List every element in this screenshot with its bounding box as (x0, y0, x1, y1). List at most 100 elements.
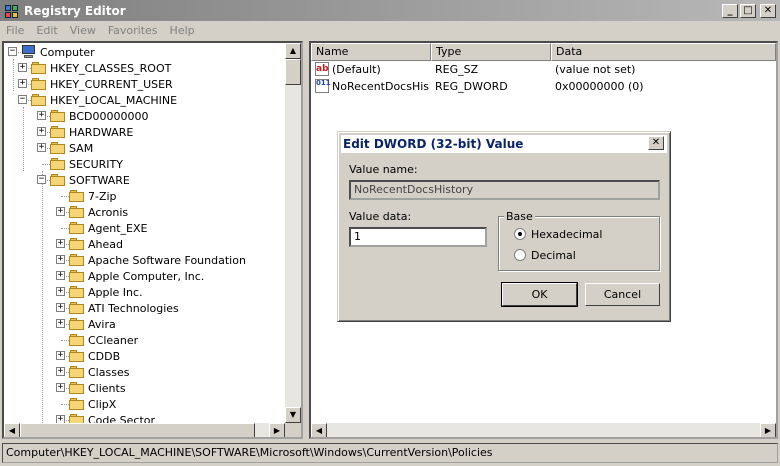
expand-toggle[interactable]: + (56, 271, 65, 280)
folder-icon (31, 77, 47, 91)
tree-item[interactable]: BCD00000000 (50, 108, 149, 124)
folder-icon (69, 397, 85, 411)
collapse-toggle[interactable]: − (18, 95, 27, 104)
value-data-input[interactable]: 1 (349, 227, 487, 247)
menu-help[interactable]: Help (164, 24, 201, 37)
tree-item[interactable]: Agent_EXE (69, 220, 148, 236)
dialog-title-bar[interactable]: Edit DWORD (32-bit) Value ✕ (341, 135, 667, 153)
list-item[interactable]: ab (Default) REG_SZ (value not set) (311, 61, 771, 78)
hexadecimal-label[interactable]: Hexadecimal (531, 228, 602, 241)
decimal-label[interactable]: Decimal (531, 249, 576, 262)
tree-guide-line (42, 171, 43, 423)
minimize-button[interactable]: _ (722, 3, 738, 18)
tree-item[interactable]: HKEY_LOCAL_MACHINE (31, 92, 177, 108)
tree-vertical-scrollbar[interactable]: ▲ ▼ (285, 43, 301, 423)
value-data: 0x00000000 (0) (555, 80, 644, 93)
tree-item[interactable]: SOFTWARE (50, 172, 130, 188)
tree-guide-line (23, 107, 24, 171)
expand-toggle[interactable]: + (18, 79, 27, 88)
tree-item[interactable]: 7-Zip (69, 188, 117, 204)
list-item[interactable]: 011 NoRecentDocsHis... REG_DWORD 0x00000… (311, 78, 771, 95)
expand-toggle[interactable]: + (37, 127, 46, 136)
tree-item[interactable]: Code Sector (69, 412, 155, 423)
value-name: (Default) (332, 63, 381, 76)
folder-icon (69, 269, 85, 283)
key-tree-pane[interactable]: − Computer + HKEY_CLASSES_ROOT + HKEY_CURRENT… (2, 41, 303, 439)
scroll-thumb[interactable] (20, 423, 255, 437)
scrollbar-corner (285, 423, 301, 437)
tree-item[interactable]: Computer (21, 44, 95, 60)
scroll-down-button[interactable]: ▼ (285, 407, 301, 423)
folder-icon (69, 381, 85, 395)
tree-item[interactable]: Apple Computer, Inc. (69, 268, 204, 284)
expand-toggle[interactable]: + (56, 367, 65, 376)
menu-favorites[interactable]: Favorites (102, 24, 164, 37)
expand-toggle[interactable]: + (37, 143, 46, 152)
expand-toggle[interactable]: + (56, 287, 65, 296)
tree-item[interactable]: Avira (69, 316, 116, 332)
tree-item-label: Apple Computer, Inc. (88, 269, 205, 283)
scroll-left-button[interactable]: ◀ (4, 423, 20, 437)
column-header-type[interactable]: Type (431, 43, 551, 61)
collapse-toggle[interactable]: − (37, 175, 46, 184)
expand-toggle[interactable]: + (18, 63, 27, 72)
tree-item[interactable]: ClipX (69, 396, 116, 412)
dialog-close-button[interactable]: ✕ (648, 136, 664, 150)
cancel-button[interactable]: Cancel (585, 283, 660, 306)
scroll-right-button[interactable]: ▶ (760, 423, 776, 437)
menu-edit[interactable]: Edit (30, 24, 63, 37)
tree-item[interactable]: Apache Software Foundation (69, 252, 246, 268)
scroll-left-button[interactable]: ◀ (311, 423, 327, 437)
expand-toggle[interactable]: + (56, 239, 65, 248)
expand-toggle[interactable]: + (56, 303, 65, 312)
tree-item[interactable]: ATI Technologies (69, 300, 179, 316)
tree-item-label: SAM (69, 141, 94, 155)
scroll-thumb[interactable] (285, 59, 301, 85)
tree-horizontal-scrollbar[interactable]: ◀ ▶ (4, 423, 285, 437)
tree-item[interactable]: Acronis (69, 204, 128, 220)
tree-item-label: Avira (88, 317, 116, 331)
tree-item[interactable]: Classes (69, 364, 129, 380)
scroll-up-button[interactable]: ▲ (285, 43, 301, 59)
expand-toggle[interactable]: + (56, 319, 65, 328)
tree-item[interactable]: Apple Inc. (69, 284, 143, 300)
tree-item[interactable]: HKEY_CLASSES_ROOT (31, 60, 171, 76)
value-name: NoRecentDocsHis... (332, 80, 430, 93)
tree-item[interactable]: SAM (50, 140, 93, 156)
expand-toggle[interactable]: + (56, 415, 65, 423)
expand-toggle[interactable]: + (56, 383, 65, 392)
tree-item[interactable]: SECURITY (50, 156, 123, 172)
tree-item[interactable]: Ahead (69, 236, 123, 252)
scroll-right-button[interactable]: ▶ (269, 423, 285, 437)
expand-toggle[interactable]: + (56, 351, 65, 360)
expand-toggle[interactable]: + (37, 111, 46, 120)
tree-item-label: 7-Zip (88, 189, 117, 203)
expand-toggle[interactable]: + (56, 255, 65, 264)
tree-item[interactable]: CCleaner (69, 332, 138, 348)
tree-item-label: HKEY_CURRENT_USER (50, 77, 173, 91)
tree-item[interactable]: CDDB (69, 348, 120, 364)
folder-icon (69, 317, 85, 331)
expand-toggle[interactable]: + (56, 207, 65, 216)
collapse-toggle[interactable]: − (8, 47, 17, 56)
tree-item-label: Clients (88, 381, 126, 395)
menu-view[interactable]: View (64, 24, 102, 37)
column-header-name[interactable]: Name (311, 43, 431, 61)
tree-item[interactable]: HKEY_CURRENT_USER (31, 76, 173, 92)
menu-file[interactable]: File (0, 24, 30, 37)
tree-item[interactable]: HARDWARE (50, 124, 133, 140)
list-horizontal-scrollbar[interactable]: ◀ ▶ (311, 423, 776, 437)
folder-icon (50, 141, 66, 155)
value-type: REG_DWORD (435, 80, 508, 93)
decimal-radio[interactable] (514, 249, 526, 261)
edit-dword-dialog: Edit DWORD (32-bit) Value ✕ Value name: … (337, 131, 671, 322)
tree-item[interactable]: Clients (69, 380, 126, 396)
maximize-button[interactable]: □ (740, 3, 756, 18)
title-bar[interactable]: Registry Editor _ □ ✕ (0, 0, 780, 21)
column-header-data[interactable]: Data (551, 43, 776, 61)
close-button[interactable]: ✕ (760, 3, 776, 18)
hexadecimal-radio[interactable] (514, 228, 526, 240)
status-bar-path: Computer\HKEY_LOCAL_MACHINE\SOFTWARE\Mic… (2, 443, 778, 463)
folder-icon (69, 333, 85, 347)
ok-button[interactable]: OK (501, 282, 578, 307)
